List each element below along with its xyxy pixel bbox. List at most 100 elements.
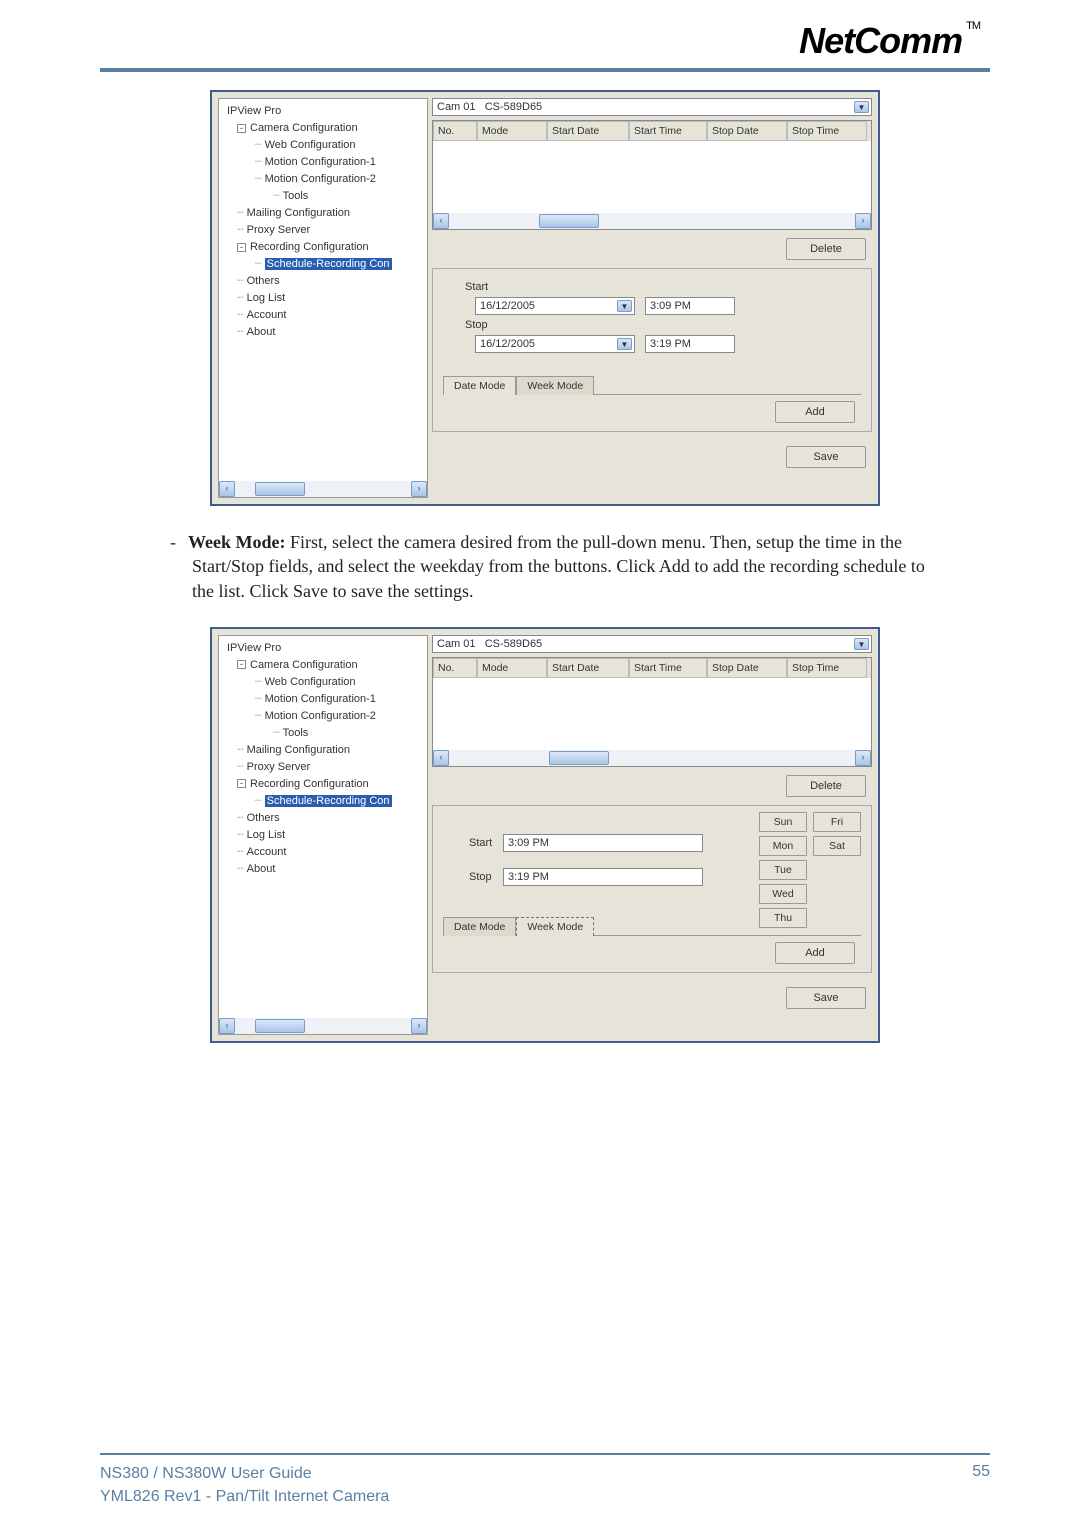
schedule-table[interactable]: No. Mode Start Date Start Time Stop Date…	[432, 120, 872, 230]
tree-loglist[interactable]: ┈Log List	[223, 290, 427, 307]
date-mode-tab[interactable]: Date Mode	[443, 917, 516, 936]
collapse-icon[interactable]: -	[237, 779, 246, 788]
camera-label: Cam 01	[437, 101, 476, 113]
tree-motion2[interactable]: ┈Motion Configuration-2	[223, 708, 427, 725]
col-stop-date[interactable]: Stop Date	[707, 121, 787, 141]
tree-schedule-rec[interactable]: ┈Schedule-Recording Con	[223, 793, 427, 810]
scroll-right-icon[interactable]: ›	[855, 213, 871, 229]
day-mon[interactable]: Mon	[759, 836, 807, 856]
collapse-icon[interactable]: -	[237, 243, 246, 252]
col-stop-time[interactable]: Stop Time	[787, 658, 867, 678]
col-no[interactable]: No.	[433, 121, 477, 141]
tree-mailing[interactable]: ┈Mailing Configuration	[223, 205, 427, 222]
tree-h-scrollbar[interactable]: ‹ ›	[219, 481, 427, 497]
save-button[interactable]: Save	[786, 446, 866, 468]
scroll-right-icon[interactable]: ›	[411, 1018, 427, 1034]
tree-web-config[interactable]: ┈Web Configuration	[223, 674, 427, 691]
date-mode-tab[interactable]: Date Mode	[443, 376, 516, 395]
camera-selector[interactable]: Cam 01 CS-589D65 ▼	[432, 635, 872, 653]
col-stop-time[interactable]: Stop Time	[787, 121, 867, 141]
right-pane: Cam 01 CS-589D65 ▼ No. Mode Start Date S…	[432, 635, 872, 1035]
week-mode-tab[interactable]: Week Mode	[516, 917, 594, 936]
start-time-input[interactable]: 3:09 PM	[503, 834, 703, 852]
col-start-date[interactable]: Start Date	[547, 658, 629, 678]
scroll-thumb[interactable]	[549, 751, 609, 765]
screenshot-date-mode: IPView Pro -Camera Configuration ┈Web Co…	[210, 90, 880, 506]
scroll-thumb[interactable]	[255, 482, 305, 496]
week-mode-description: -Week Mode: First, select the camera des…	[170, 530, 950, 603]
col-mode[interactable]: Mode	[477, 121, 547, 141]
chevron-down-icon[interactable]: ▼	[617, 300, 632, 312]
tree-motion2[interactable]: ┈Motion Configuration-2	[223, 171, 427, 188]
day-fri[interactable]: Fri	[813, 812, 861, 832]
camera-selector[interactable]: Cam 01 CS-589D65 ▼	[432, 98, 872, 116]
tree-tools[interactable]: ┈Tools	[223, 725, 427, 742]
save-button[interactable]: Save	[786, 987, 866, 1009]
config-tree[interactable]: IPView Pro -Camera Configuration ┈Web Co…	[218, 98, 428, 498]
scroll-thumb[interactable]	[539, 214, 599, 228]
col-start-time[interactable]: Start Time	[629, 121, 707, 141]
day-sat[interactable]: Sat	[813, 836, 861, 856]
footer-subtitle: YML826 Rev1 - Pan/Tilt Internet Camera	[100, 1486, 389, 1508]
day-wed[interactable]: Wed	[759, 884, 807, 904]
chevron-down-icon[interactable]: ▼	[617, 338, 632, 350]
chevron-down-icon[interactable]: ▼	[854, 101, 869, 113]
scroll-left-icon[interactable]: ‹	[219, 481, 235, 497]
collapse-icon[interactable]: -	[237, 124, 246, 133]
stop-date-input[interactable]: 16/12/2005 ▼	[475, 335, 635, 353]
table-h-scrollbar[interactable]: ‹ ›	[433, 750, 871, 766]
col-start-time[interactable]: Start Time	[629, 658, 707, 678]
tree-mailing[interactable]: ┈Mailing Configuration	[223, 742, 427, 759]
tree-root[interactable]: IPView Pro	[223, 103, 427, 120]
camera-label: Cam 01	[437, 638, 476, 650]
config-tree[interactable]: IPView Pro -Camera Configuration ┈Web Co…	[218, 635, 428, 1035]
tree-tools[interactable]: ┈Tools	[223, 188, 427, 205]
tree-loglist[interactable]: ┈Log List	[223, 827, 427, 844]
col-no[interactable]: No.	[433, 658, 477, 678]
tree-schedule-rec[interactable]: ┈Schedule-Recording Con	[223, 256, 427, 273]
chevron-down-icon[interactable]: ▼	[854, 638, 869, 650]
tree-about[interactable]: ┈About	[223, 324, 427, 341]
tree-others[interactable]: ┈Others	[223, 273, 427, 290]
col-stop-date[interactable]: Stop Date	[707, 658, 787, 678]
tree-recording[interactable]: -Recording Configuration	[223, 239, 427, 256]
tree-motion1[interactable]: ┈Motion Configuration-1	[223, 154, 427, 171]
day-thu[interactable]: Thu	[759, 908, 807, 928]
scroll-left-icon[interactable]: ‹	[433, 213, 449, 229]
day-sun[interactable]: Sun	[759, 812, 807, 832]
day-tue[interactable]: Tue	[759, 860, 807, 880]
col-start-date[interactable]: Start Date	[547, 121, 629, 141]
scroll-thumb[interactable]	[255, 1019, 305, 1033]
scroll-right-icon[interactable]: ›	[411, 481, 427, 497]
start-date-input[interactable]: 16/12/2005 ▼	[475, 297, 635, 315]
collapse-icon[interactable]: -	[237, 660, 246, 669]
week-mode-tab[interactable]: Week Mode	[516, 376, 594, 395]
tree-proxy[interactable]: ┈Proxy Server	[223, 222, 427, 239]
table-h-scrollbar[interactable]: ‹ ›	[433, 213, 871, 229]
scroll-left-icon[interactable]: ‹	[219, 1018, 235, 1034]
tree-recording[interactable]: -Recording Configuration	[223, 776, 427, 793]
tree-account[interactable]: ┈Account	[223, 307, 427, 324]
add-button[interactable]: Add	[775, 942, 855, 964]
tree-about[interactable]: ┈About	[223, 861, 427, 878]
delete-button[interactable]: Delete	[786, 775, 866, 797]
tree-web-config[interactable]: ┈Web Configuration	[223, 137, 427, 154]
col-mode[interactable]: Mode	[477, 658, 547, 678]
tree-h-scrollbar[interactable]: ‹ ›	[219, 1018, 427, 1034]
tree-motion1[interactable]: ┈Motion Configuration-1	[223, 691, 427, 708]
scroll-left-icon[interactable]: ‹	[433, 750, 449, 766]
brand-tm: TM	[966, 20, 980, 32]
start-time-input[interactable]: 3:09 PM	[645, 297, 735, 315]
tree-camera-config[interactable]: -Camera Configuration	[223, 120, 427, 137]
tree-account[interactable]: ┈Account	[223, 844, 427, 861]
delete-button[interactable]: Delete	[786, 238, 866, 260]
tree-others[interactable]: ┈Others	[223, 810, 427, 827]
schedule-table[interactable]: No. Mode Start Date Start Time Stop Date…	[432, 657, 872, 767]
tree-camera-config[interactable]: -Camera Configuration	[223, 657, 427, 674]
add-button[interactable]: Add	[775, 401, 855, 423]
tree-proxy[interactable]: ┈Proxy Server	[223, 759, 427, 776]
stop-time-input[interactable]: 3:19 PM	[645, 335, 735, 353]
scroll-right-icon[interactable]: ›	[855, 750, 871, 766]
tree-root[interactable]: IPView Pro	[223, 640, 427, 657]
stop-time-input[interactable]: 3:19 PM	[503, 868, 703, 886]
